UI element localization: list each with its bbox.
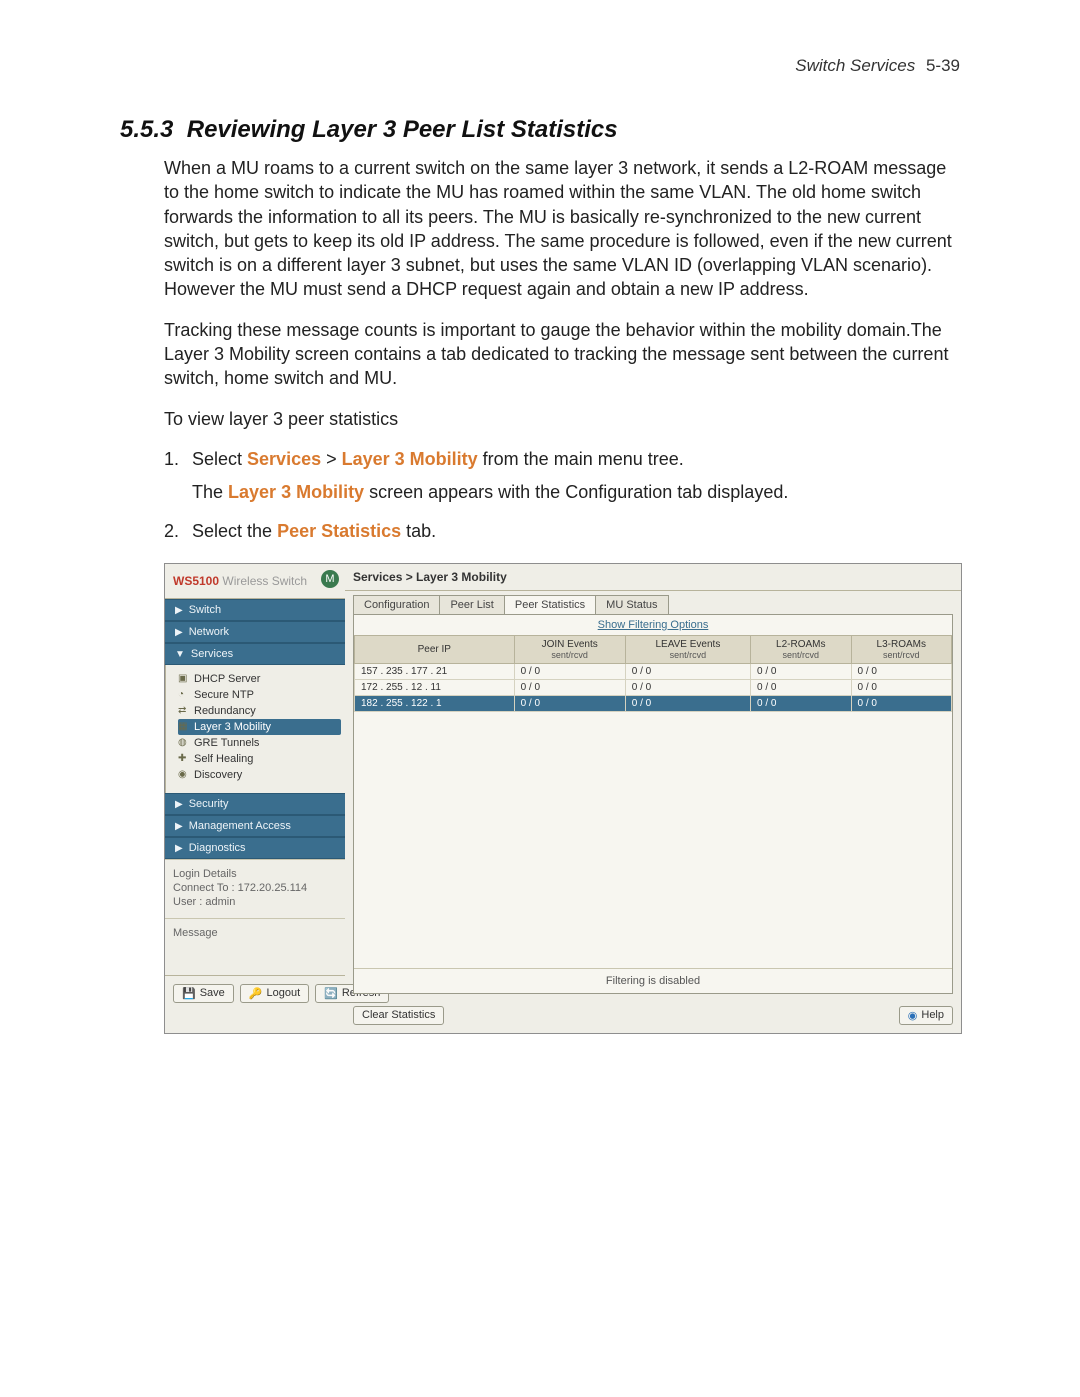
logout-button[interactable]: 🔑Logout	[240, 984, 309, 1003]
tree-layer3-mobility[interactable]: ▦Layer 3 Mobility	[178, 719, 341, 735]
connect-to-value: 172.20.25.114	[238, 882, 308, 894]
breadcrumb: Services > Layer 3 Mobility	[345, 564, 961, 591]
step-1-text-c: >	[321, 449, 342, 469]
nav-diagnostics[interactable]: ▶Diagnostics	[165, 837, 345, 859]
peer-statistics-table: Peer IP JOIN Eventssent/rcvd LEAVE Event…	[354, 635, 952, 712]
col-join-events[interactable]: JOIN Eventssent/rcvd	[514, 635, 625, 663]
tree-self-healing[interactable]: ✚Self Healing	[178, 751, 341, 767]
brand-product: Wireless Switch	[219, 574, 307, 588]
server-icon: ▣	[178, 673, 190, 685]
step-1-text-e: from the main menu tree.	[478, 449, 684, 469]
step-1-number: 1.	[164, 447, 179, 472]
message-box: Message	[165, 918, 345, 975]
brand-model: WS5100	[173, 574, 219, 588]
step-2: 2. Select the Peer Statistics tab.	[164, 519, 960, 544]
nav-services[interactable]: ▼Services	[165, 643, 345, 665]
tree-discovery[interactable]: ◉Discovery	[178, 767, 341, 783]
help-button[interactable]: ◉Help	[899, 1006, 953, 1025]
motorola-logo-icon: M	[321, 570, 339, 588]
step-2-text-c: tab.	[401, 521, 436, 541]
user-label: User :	[173, 896, 202, 908]
tunnel-icon: ◍	[178, 737, 190, 749]
nav-switch[interactable]: ▶Switch	[165, 599, 345, 621]
message-title: Message	[173, 927, 337, 939]
healing-icon: ✚	[178, 753, 190, 765]
col-l3-roams[interactable]: L3-ROAMssent/rcvd	[851, 635, 952, 663]
login-details-title: Login Details	[173, 868, 337, 880]
clock-icon: ◔	[178, 689, 190, 701]
tab-bar: Configuration Peer List Peer Statistics …	[345, 591, 961, 614]
step-2-number: 2.	[164, 519, 179, 544]
help-icon: ◉	[908, 1009, 918, 1022]
running-header: Switch Services 5-39	[120, 56, 960, 76]
save-button[interactable]: 💾Save	[173, 984, 234, 1003]
tree-redundancy[interactable]: ⇄Redundancy	[178, 703, 341, 719]
nav-security[interactable]: ▶Security	[165, 793, 345, 815]
mobility-icon: ▦	[178, 721, 190, 733]
tab-peer-list[interactable]: Peer List	[439, 595, 504, 614]
step-2-link-peer-stats: Peer Statistics	[277, 521, 401, 541]
clear-statistics-button[interactable]: Clear Statistics	[353, 1006, 444, 1025]
table-row[interactable]: 172 . 255 . 12 . 11 0 / 0 0 / 0 0 / 0 0 …	[355, 679, 952, 695]
tab-mu-status[interactable]: MU Status	[595, 595, 668, 614]
login-details-box: Login Details Connect To : 172.20.25.114…	[165, 859, 345, 918]
brand-bar: WS5100 Wireless Switch M	[165, 564, 345, 599]
save-icon: 💾	[182, 987, 196, 1000]
col-leave-events[interactable]: LEAVE Eventssent/rcvd	[625, 635, 750, 663]
step-1-sub: The Layer 3 Mobility screen appears with…	[192, 480, 960, 505]
table-row[interactable]: 157 . 235 . 177 . 21 0 / 0 0 / 0 0 / 0 0…	[355, 663, 952, 679]
filter-status-label: Filtering is disabled	[354, 968, 952, 993]
step-1-link-l3m: Layer 3 Mobility	[342, 449, 478, 469]
chevron-right-icon: ▶	[175, 799, 183, 810]
paragraph-1: When a MU roams to a current switch on t…	[164, 156, 960, 302]
paragraph-2: Tracking these message counts is importa…	[164, 318, 960, 391]
page-number: 5-39	[926, 56, 960, 75]
user-value: admin	[205, 896, 235, 908]
nav-network[interactable]: ▶Network	[165, 621, 345, 643]
step-1-text-a: Select	[192, 449, 247, 469]
step-2-text-a: Select the	[192, 521, 277, 541]
chevron-right-icon: ▶	[175, 821, 183, 832]
show-filtering-options-link[interactable]: Show Filtering Options	[354, 615, 952, 635]
connect-to-label: Connect To :	[173, 882, 235, 894]
step-1-link-services: Services	[247, 449, 321, 469]
chevron-right-icon: ▶	[175, 605, 183, 616]
col-l2-roams[interactable]: L2-ROAMssent/rcvd	[751, 635, 851, 663]
running-title: Switch Services	[795, 56, 915, 75]
tree-secure-ntp[interactable]: ◔Secure NTP	[178, 687, 341, 703]
section-title: Reviewing Layer 3 Peer List Statistics	[187, 116, 618, 143]
step-1: 1. Select Services > Layer 3 Mobility fr…	[164, 447, 960, 505]
procedure-lead: To view layer 3 peer statistics	[164, 407, 960, 431]
refresh-icon: 🔄	[324, 987, 338, 1000]
redundancy-icon: ⇄	[178, 705, 190, 717]
chevron-down-icon: ▼	[175, 649, 185, 660]
step-1-sub-link: Layer 3 Mobility	[228, 482, 364, 502]
chevron-right-icon: ▶	[175, 843, 183, 854]
step-1-sub-a: The	[192, 482, 228, 502]
app-window: WS5100 Wireless Switch M ▶Switch ▶Networ…	[164, 563, 962, 1034]
tree-dhcp-server[interactable]: ▣DHCP Server	[178, 671, 341, 687]
section-heading: 5.5.3 Reviewing Layer 3 Peer List Statis…	[120, 116, 960, 144]
discovery-icon: ◉	[178, 769, 190, 781]
logout-icon: 🔑	[249, 987, 263, 1000]
tab-configuration[interactable]: Configuration	[353, 595, 440, 614]
tab-peer-statistics[interactable]: Peer Statistics	[504, 595, 596, 614]
nav-management-access[interactable]: ▶Management Access	[165, 815, 345, 837]
section-number: 5.5.3	[120, 116, 173, 143]
chevron-right-icon: ▶	[175, 627, 183, 638]
peer-statistics-panel: Show Filtering Options Peer IP JOIN Even…	[353, 614, 953, 994]
tree-gre-tunnels[interactable]: ◍GRE Tunnels	[178, 735, 341, 751]
services-tree: ▣DHCP Server ◔Secure NTP ⇄Redundancy ▦La…	[165, 665, 345, 793]
step-1-sub-c: screen appears with the Configuration ta…	[364, 482, 788, 502]
col-peer-ip[interactable]: Peer IP	[355, 635, 515, 663]
table-row-selected[interactable]: 182 . 255 . 122 . 1 0 / 0 0 / 0 0 / 0 0 …	[355, 695, 952, 711]
